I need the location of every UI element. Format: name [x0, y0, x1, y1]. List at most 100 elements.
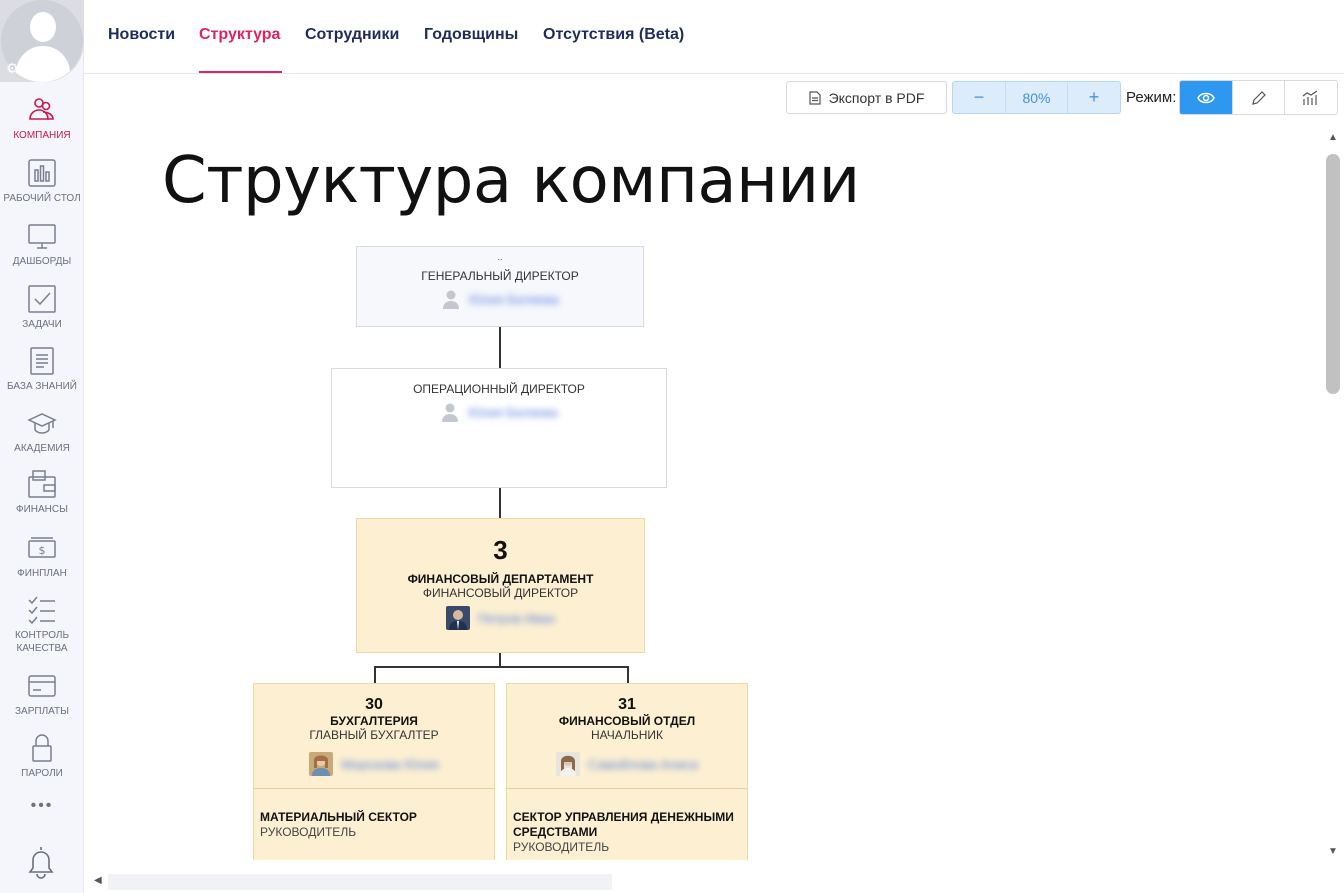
person-name: Самойлова Алиса — [587, 756, 698, 772]
scroll-up-icon[interactable]: ▲ — [1328, 132, 1338, 143]
sub-unit-cash-management[interactable]: СЕКТОР УПРАВЛЕНИЯ ДЕНЕЖНЫМИ СРЕДСТВАМИ Р… — [507, 789, 747, 854]
node-role: НАЧАЛЬНИК — [590, 728, 664, 742]
sidebar-item-dashboards[interactable]: ДАШБОРДЫ — [0, 221, 84, 268]
vertical-scrollbar[interactable]: ▲ ▼ — [1322, 126, 1344, 866]
bell-icon[interactable] — [25, 844, 57, 880]
node-person[interactable]: Петров Иван — [357, 606, 644, 630]
node-person[interactable]: Юлия Беляева — [332, 402, 666, 422]
sub-unit-material-sector[interactable]: МАТЕРИАЛЬНЫЙ СЕКТОР РУКОВОДИТЕЛЬ — [254, 789, 494, 839]
connector-line — [499, 327, 501, 368]
node-number: 30 — [365, 696, 383, 713]
node-department: БУХГАЛТЕРИЯ — [330, 714, 418, 728]
node-number: 3 — [493, 535, 508, 565]
sidebar-item-label: АКАДЕМИЯ — [14, 443, 70, 454]
checklist-icon — [28, 596, 55, 625]
more-icon[interactable]: ••• — [0, 797, 84, 815]
tab-anniversaries[interactable]: Годовщины — [424, 26, 518, 44]
sub-unit-title: СЕКТОР УПРАВЛЕНИЯ ДЕНЕЖНЫМИ СРЕДСТВАМИ — [513, 810, 734, 839]
node-person[interactable]: Юлия Беляева — [357, 289, 643, 309]
node-role: ГЕНЕРАЛЬНЫЙ ДИРЕКТОР — [421, 269, 579, 283]
zoom-out-button[interactable]: − — [953, 82, 1005, 113]
org-chart-canvas: Структура компании .. ГЕНЕРАЛЬНЫЙ ДИРЕКТ… — [84, 118, 1320, 860]
view-mode-button[interactable] — [1180, 81, 1232, 114]
mode-label: Режим: — [1126, 89, 1177, 106]
person-name: Морозова Юлия — [341, 756, 439, 772]
org-node-accounting[interactable]: 30 БУХГАЛТЕРИЯ ГЛАВНЫЙ БУХГАЛТЕР Морозов… — [253, 683, 495, 860]
node-dots: .. — [497, 252, 503, 262]
lock-icon — [32, 734, 52, 762]
sidebar-item-tasks[interactable]: ЗАДАЧИ — [0, 284, 84, 331]
user-icon — [443, 290, 460, 309]
export-pdf-button[interactable]: Экспорт в PDF — [786, 81, 947, 114]
card-icon — [28, 675, 56, 697]
sidebar-item-salaries[interactable]: ЗАРПЛАТЫ — [0, 671, 84, 718]
svg-text:$: $ — [39, 544, 46, 557]
connector-line — [499, 484, 501, 518]
desktop-icon — [28, 159, 56, 187]
node-role: ФИНАНСОВЫЙ ДИРЕКТОР — [422, 586, 579, 600]
sidebar-item-finance[interactable]: ФИНАНСЫ — [0, 469, 84, 516]
sidebar-item-academy[interactable]: АКАДЕМИЯ — [0, 408, 84, 455]
node-number: 31 — [618, 696, 636, 713]
connector-line — [374, 666, 376, 683]
org-node-coo[interactable]: ОПЕРАЦИОННЫЙ ДИРЕКТОР Юлия Беляева — [331, 368, 667, 488]
sidebar-item-label: ФИНПЛАН — [17, 568, 67, 579]
sidebar-item-label: ЗАДАЧИ — [22, 319, 62, 330]
sidebar-item-desktop[interactable]: РАБОЧИЙ СТОЛ — [0, 158, 84, 205]
edit-mode-button[interactable] — [1231, 81, 1285, 114]
tab-employees[interactable]: Сотрудники — [305, 26, 399, 44]
export-pdf-label: Экспорт в PDF — [828, 89, 925, 106]
node-department: ФИНАНСОВЫЙ ОТДЕЛ — [558, 714, 696, 728]
node-person[interactable]: Морозова Юлия — [254, 752, 494, 776]
stats-mode-button[interactable] — [1284, 81, 1337, 114]
sidebar-item-knowledge[interactable]: БАЗА ЗНАНИЙ — [0, 346, 84, 393]
org-node-ceo[interactable]: .. ГЕНЕРАЛЬНЫЙ ДИРЕКТОР Юлия Беляева — [356, 246, 644, 327]
sidebar-item-label: ФИНАНСЫ — [16, 504, 68, 515]
gear-icon[interactable]: ⚙ — [6, 60, 19, 77]
document-icon — [30, 347, 54, 375]
pencil-icon — [1251, 90, 1266, 105]
money-icon: $ — [28, 537, 56, 558]
zoom-value: 80% — [1005, 82, 1068, 113]
connector-line — [374, 666, 629, 668]
sidebar-item-finplan[interactable]: $ ФИНПЛАН — [0, 533, 84, 580]
sidebar-item-label: КОНТРОЛЬ КАЧЕСТВА — [14, 630, 70, 654]
company-icon — [29, 98, 54, 120]
page-title: Структура компании — [162, 144, 860, 218]
org-node-finance-department[interactable]: 3 ФИНАНСОВЫЙ ДЕПАРТАМЕНТ ФИНАНСОВЫЙ ДИРЕ… — [356, 518, 645, 653]
scroll-left-icon[interactable]: ◀ — [94, 875, 102, 886]
node-department: ФИНАНСОВЫЙ ДЕПАРТАМЕНТ — [407, 572, 594, 586]
node-role: ГЛАВНЫЙ БУХГАЛТЕР — [309, 728, 439, 742]
sidebar-item-label: ЗАРПЛАТЫ — [15, 706, 69, 717]
sub-unit-role: РУКОВОДИТЕЛЬ — [513, 840, 610, 854]
person-name: Петров Иван — [477, 610, 556, 626]
chart-icon — [1302, 90, 1318, 105]
tab-structure[interactable]: Структура — [199, 26, 280, 44]
user-avatar[interactable]: ⚙ — [0, 0, 84, 82]
sub-unit-role: РУКОВОДИТЕЛЬ — [260, 825, 357, 839]
sidebar-item-label: КОМПАНИЯ — [13, 130, 71, 141]
zoom-control: − 80% + — [952, 81, 1121, 114]
vertical-scroll-thumb[interactable] — [1326, 154, 1340, 394]
org-node-finance-dept[interactable]: 31 ФИНАНСОВЫЙ ОТДЕЛ НАЧАЛЬНИК Самойлова … — [506, 683, 748, 860]
sidebar-item-passwords[interactable]: ПАРОЛИ — [0, 733, 84, 780]
user-photo — [445, 606, 470, 630]
sidebar-item-company[interactable]: КОМПАНИЯ — [0, 95, 84, 142]
scroll-down-icon[interactable]: ▼ — [1328, 846, 1338, 857]
user-icon — [442, 403, 459, 422]
document-icon — [808, 90, 821, 105]
sidebar-item-label: РАБОЧИЙ СТОЛ — [3, 193, 81, 204]
node-person[interactable]: Самойлова Алиса — [507, 752, 747, 776]
sub-unit-title: МАТЕРИАЛЬНЫЙ СЕКТОР — [260, 810, 417, 824]
zoom-in-button[interactable]: + — [1068, 82, 1120, 113]
tab-news[interactable]: Новости — [108, 26, 175, 44]
user-photo — [309, 752, 334, 776]
tab-absences[interactable]: Отсутствия (Beta) — [543, 26, 684, 44]
monitor-icon — [28, 224, 56, 249]
graduation-cap-icon — [27, 413, 57, 434]
sidebar-item-quality[interactable]: КОНТРОЛЬ КАЧЕСТВА — [0, 595, 84, 655]
connector-line — [499, 653, 501, 667]
horizontal-scrollbar[interactable]: ◀ — [84, 872, 1322, 892]
horizontal-scroll-thumb[interactable] — [108, 874, 612, 890]
sidebar-item-label: БАЗА ЗНАНИЙ — [7, 381, 77, 392]
